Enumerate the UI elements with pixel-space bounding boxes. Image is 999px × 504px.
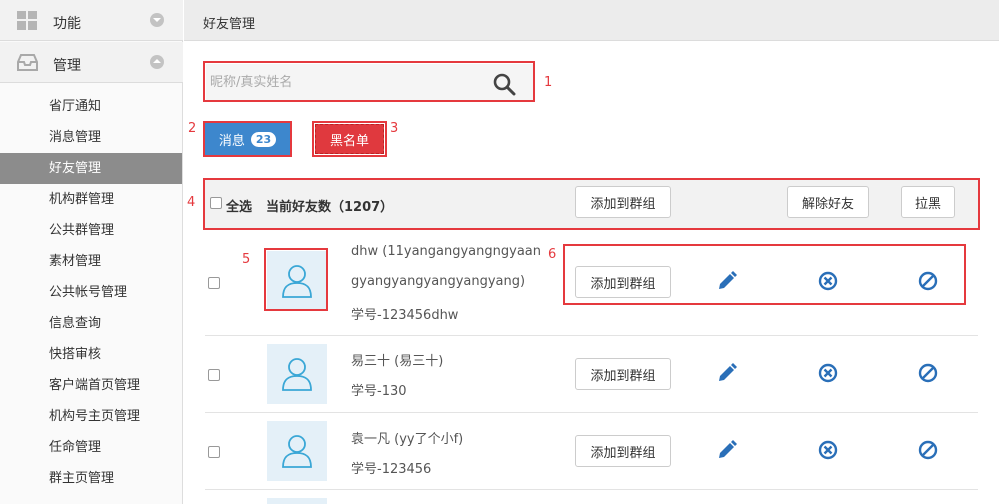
sidebar-item-group-home[interactable]: 群主页管理 bbox=[0, 463, 182, 494]
row-divider bbox=[205, 489, 978, 490]
annotation-label: 1 bbox=[544, 75, 553, 90]
annotation-label: 6 bbox=[548, 247, 557, 262]
user-icon bbox=[282, 358, 312, 391]
chevron-up-icon bbox=[150, 55, 164, 69]
sidebar-item-public-account[interactable]: 公共帐号管理 bbox=[0, 277, 182, 308]
pencil-icon[interactable] bbox=[717, 363, 737, 383]
row-divider bbox=[205, 335, 978, 336]
student-id: 学号-130 bbox=[351, 384, 407, 399]
sidebar-item-province-notice[interactable]: 省厅通知 bbox=[0, 91, 182, 122]
remove-circle-icon[interactable] bbox=[818, 440, 838, 460]
page-header: 好友管理 bbox=[184, 0, 999, 41]
sidebar: 功能 管理 省厅通知 消息管理 好友管理 机构群管理 公共群管理 素材管理 公共… bbox=[0, 0, 183, 504]
sidebar-item-org-group[interactable]: 机构群管理 bbox=[0, 184, 182, 215]
sidebar-item-materials[interactable]: 素材管理 bbox=[0, 246, 182, 277]
sidebar-menu: 省厅通知 消息管理 好友管理 机构群管理 公共群管理 素材管理 公共帐号管理 信… bbox=[0, 91, 182, 494]
pencil-icon[interactable] bbox=[717, 440, 737, 460]
row-checkbox[interactable] bbox=[208, 369, 220, 381]
friend-name: dhw (11yangangyangngyaan bbox=[351, 244, 541, 259]
sidebar-item-friend-manage[interactable]: 好友管理 bbox=[0, 153, 182, 184]
sidebar-item-org-home[interactable]: 机构号主页管理 bbox=[0, 401, 182, 432]
app-root: 功能 管理 省厅通知 消息管理 好友管理 机构群管理 公共群管理 素材管理 公共… bbox=[0, 0, 999, 504]
annotation-box bbox=[203, 61, 535, 102]
annotation-label: 2 bbox=[188, 121, 197, 136]
sidebar-section-manage[interactable]: 管理 bbox=[0, 42, 183, 83]
block-icon[interactable] bbox=[918, 363, 938, 383]
friend-name-continued: gyangyangyangyangyang) bbox=[351, 274, 526, 289]
sidebar-item-client-home[interactable]: 客户端首页管理 bbox=[0, 370, 182, 401]
remove-circle-icon[interactable] bbox=[818, 363, 838, 383]
main-panel: 好友管理 1 消息 23 2 黑名单 3 全选 当前好友数（1207） 添加到群… bbox=[184, 0, 999, 504]
annotation-label: 5 bbox=[242, 252, 251, 267]
annotation-box bbox=[312, 121, 387, 157]
row-checkbox[interactable] bbox=[208, 446, 220, 458]
student-id: 学号-123456 bbox=[351, 462, 432, 477]
annotation-label: 4 bbox=[187, 195, 196, 210]
annotation-box bbox=[264, 248, 328, 311]
add-to-group-button[interactable]: 添加到群组 bbox=[575, 358, 671, 390]
sidebar-section-label: 管理 bbox=[53, 58, 81, 74]
friend-name: 袁一凡 (yy了个小f) bbox=[351, 432, 464, 447]
sidebar-item-public-group[interactable]: 公共群管理 bbox=[0, 215, 182, 246]
avatar[interactable] bbox=[267, 344, 327, 404]
row-divider bbox=[205, 412, 978, 413]
block-icon[interactable] bbox=[918, 440, 938, 460]
sidebar-item-message-manage[interactable]: 消息管理 bbox=[0, 122, 182, 153]
annotation-box bbox=[563, 244, 966, 305]
annotation-label: 3 bbox=[390, 121, 399, 136]
user-icon bbox=[282, 435, 312, 468]
sidebar-item-info-query[interactable]: 信息查询 bbox=[0, 308, 182, 339]
sidebar-item-appointment[interactable]: 任命管理 bbox=[0, 432, 182, 463]
annotation-box bbox=[203, 178, 980, 230]
grid-icon bbox=[17, 11, 37, 30]
sidebar-section-label: 功能 bbox=[53, 16, 81, 32]
sidebar-item-review[interactable]: 快搭审核 bbox=[0, 339, 182, 370]
add-to-group-button[interactable]: 添加到群组 bbox=[575, 435, 671, 467]
row-checkbox[interactable] bbox=[208, 277, 220, 289]
student-id: 学号-123456dhw bbox=[351, 308, 459, 323]
chevron-down-icon bbox=[150, 13, 164, 27]
avatar bbox=[267, 498, 327, 504]
avatar[interactable] bbox=[267, 421, 327, 481]
inbox-icon bbox=[17, 54, 38, 71]
friend-name: 易三十 (易三十) bbox=[351, 354, 444, 369]
page-title: 好友管理 bbox=[203, 17, 256, 32]
annotation-box bbox=[203, 121, 292, 157]
sidebar-section-features[interactable]: 功能 bbox=[0, 0, 183, 41]
